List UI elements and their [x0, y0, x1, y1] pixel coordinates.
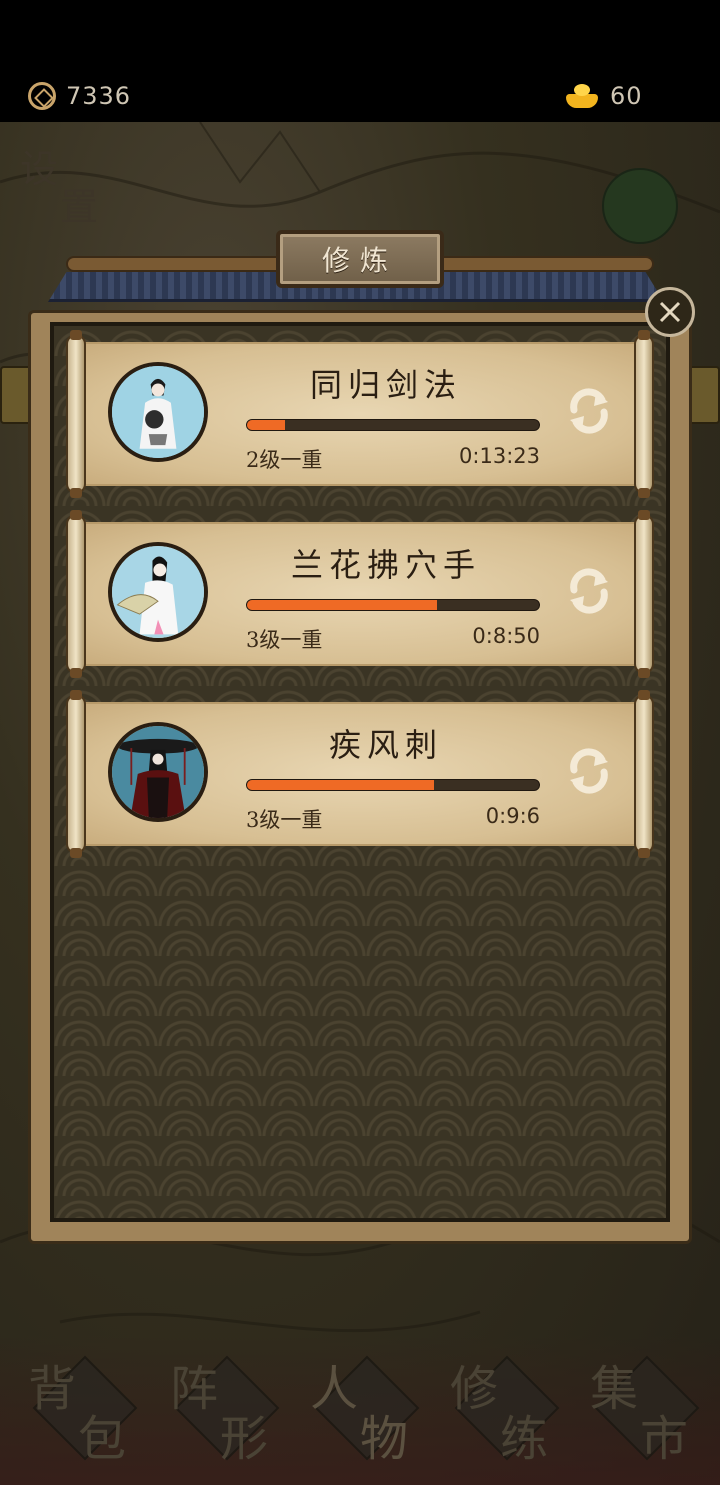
skill-name: 兰花拂穴手 [290, 546, 481, 584]
skill-card: 兰花拂穴手 3级一重 0:8:50 [66, 510, 654, 678]
skill-level: 3级一重 [246, 808, 323, 832]
scroll-rod-left [66, 510, 86, 678]
skill-timer: 0:13:23 [459, 444, 540, 468]
bottom-nav: 背 包 阵 形 人 物 修 练 集 市 [0, 1335, 720, 1485]
skill-name: 疾风刺 [328, 726, 443, 764]
nav-market-char-1: 集 [590, 1361, 639, 1417]
scroll-rod-left [66, 330, 86, 498]
nav-characters-char-2: 物 [360, 1411, 409, 1467]
panel-title-plaque: 修炼 [276, 230, 444, 288]
nav-bag[interactable]: 背 包 [18, 1349, 148, 1469]
gold-ingot-icon [564, 84, 600, 108]
settings-char-2: 置 [60, 185, 99, 229]
progress-bar [246, 779, 540, 791]
progress-fill [247, 780, 434, 790]
nav-training-char-1: 修 [450, 1361, 499, 1417]
status-bar: 7336 60 [0, 0, 720, 122]
refresh-button[interactable] [562, 744, 616, 798]
nav-bag-char-1: 背 [28, 1361, 77, 1417]
nav-characters-char-1: 人 [310, 1361, 359, 1417]
scroll-rod-left [66, 690, 86, 858]
refresh-icon [570, 568, 608, 614]
nav-characters[interactable]: 人 物 [300, 1349, 430, 1469]
refresh-icon [570, 388, 608, 434]
settings-button[interactable]: 设 置 [20, 150, 120, 230]
coin-counter: 7336 [28, 78, 131, 114]
nav-training-char-2: 练 [500, 1411, 549, 1467]
ingot-amount: 60 [610, 82, 643, 110]
nav-formation-char-1: 阵 [170, 1361, 219, 1417]
skill-level: 2级一重 [246, 448, 323, 472]
nav-market[interactable]: 集 市 [580, 1349, 710, 1469]
skill-card: 同归剑法 2级一重 0:13:23 [66, 330, 654, 498]
nav-training[interactable]: 修 练 [440, 1349, 570, 1469]
scroll-rod-right [634, 510, 654, 678]
progress-bar [246, 599, 540, 611]
progress-fill [247, 420, 285, 430]
skill-name: 同归剑法 [309, 366, 462, 404]
refresh-icon [570, 748, 608, 794]
progress-fill [247, 600, 437, 610]
straw-hat-warrior-portrait [108, 722, 208, 822]
skill-card: 疾风刺 3级一重 0:9:6 [66, 690, 654, 858]
refresh-button[interactable] [562, 564, 616, 618]
swordswoman-portrait [108, 362, 208, 462]
character-emblem[interactable] [602, 168, 678, 244]
fan-lady-portrait [108, 542, 208, 642]
scroll-rod-right [634, 690, 654, 858]
progress-bar [246, 419, 540, 431]
scroll-rod-right [634, 330, 654, 498]
skill-level: 3级一重 [246, 628, 323, 652]
ingot-counter: 60 [564, 78, 643, 114]
close-button[interactable] [645, 287, 695, 337]
close-icon [659, 301, 681, 323]
copper-coin-icon [28, 82, 56, 110]
coin-amount: 7336 [66, 82, 132, 110]
settings-char-1: 设 [20, 147, 59, 191]
refresh-button[interactable] [562, 384, 616, 438]
skill-timer: 0:8:50 [472, 624, 540, 648]
skill-timer: 0:9:6 [485, 804, 540, 828]
nav-formation-char-2: 形 [220, 1411, 269, 1467]
nav-market-char-2: 市 [640, 1411, 689, 1467]
nav-bag-char-2: 包 [78, 1411, 127, 1467]
nav-formation[interactable]: 阵 形 [160, 1349, 290, 1469]
panel-title: 修炼 [321, 244, 398, 277]
